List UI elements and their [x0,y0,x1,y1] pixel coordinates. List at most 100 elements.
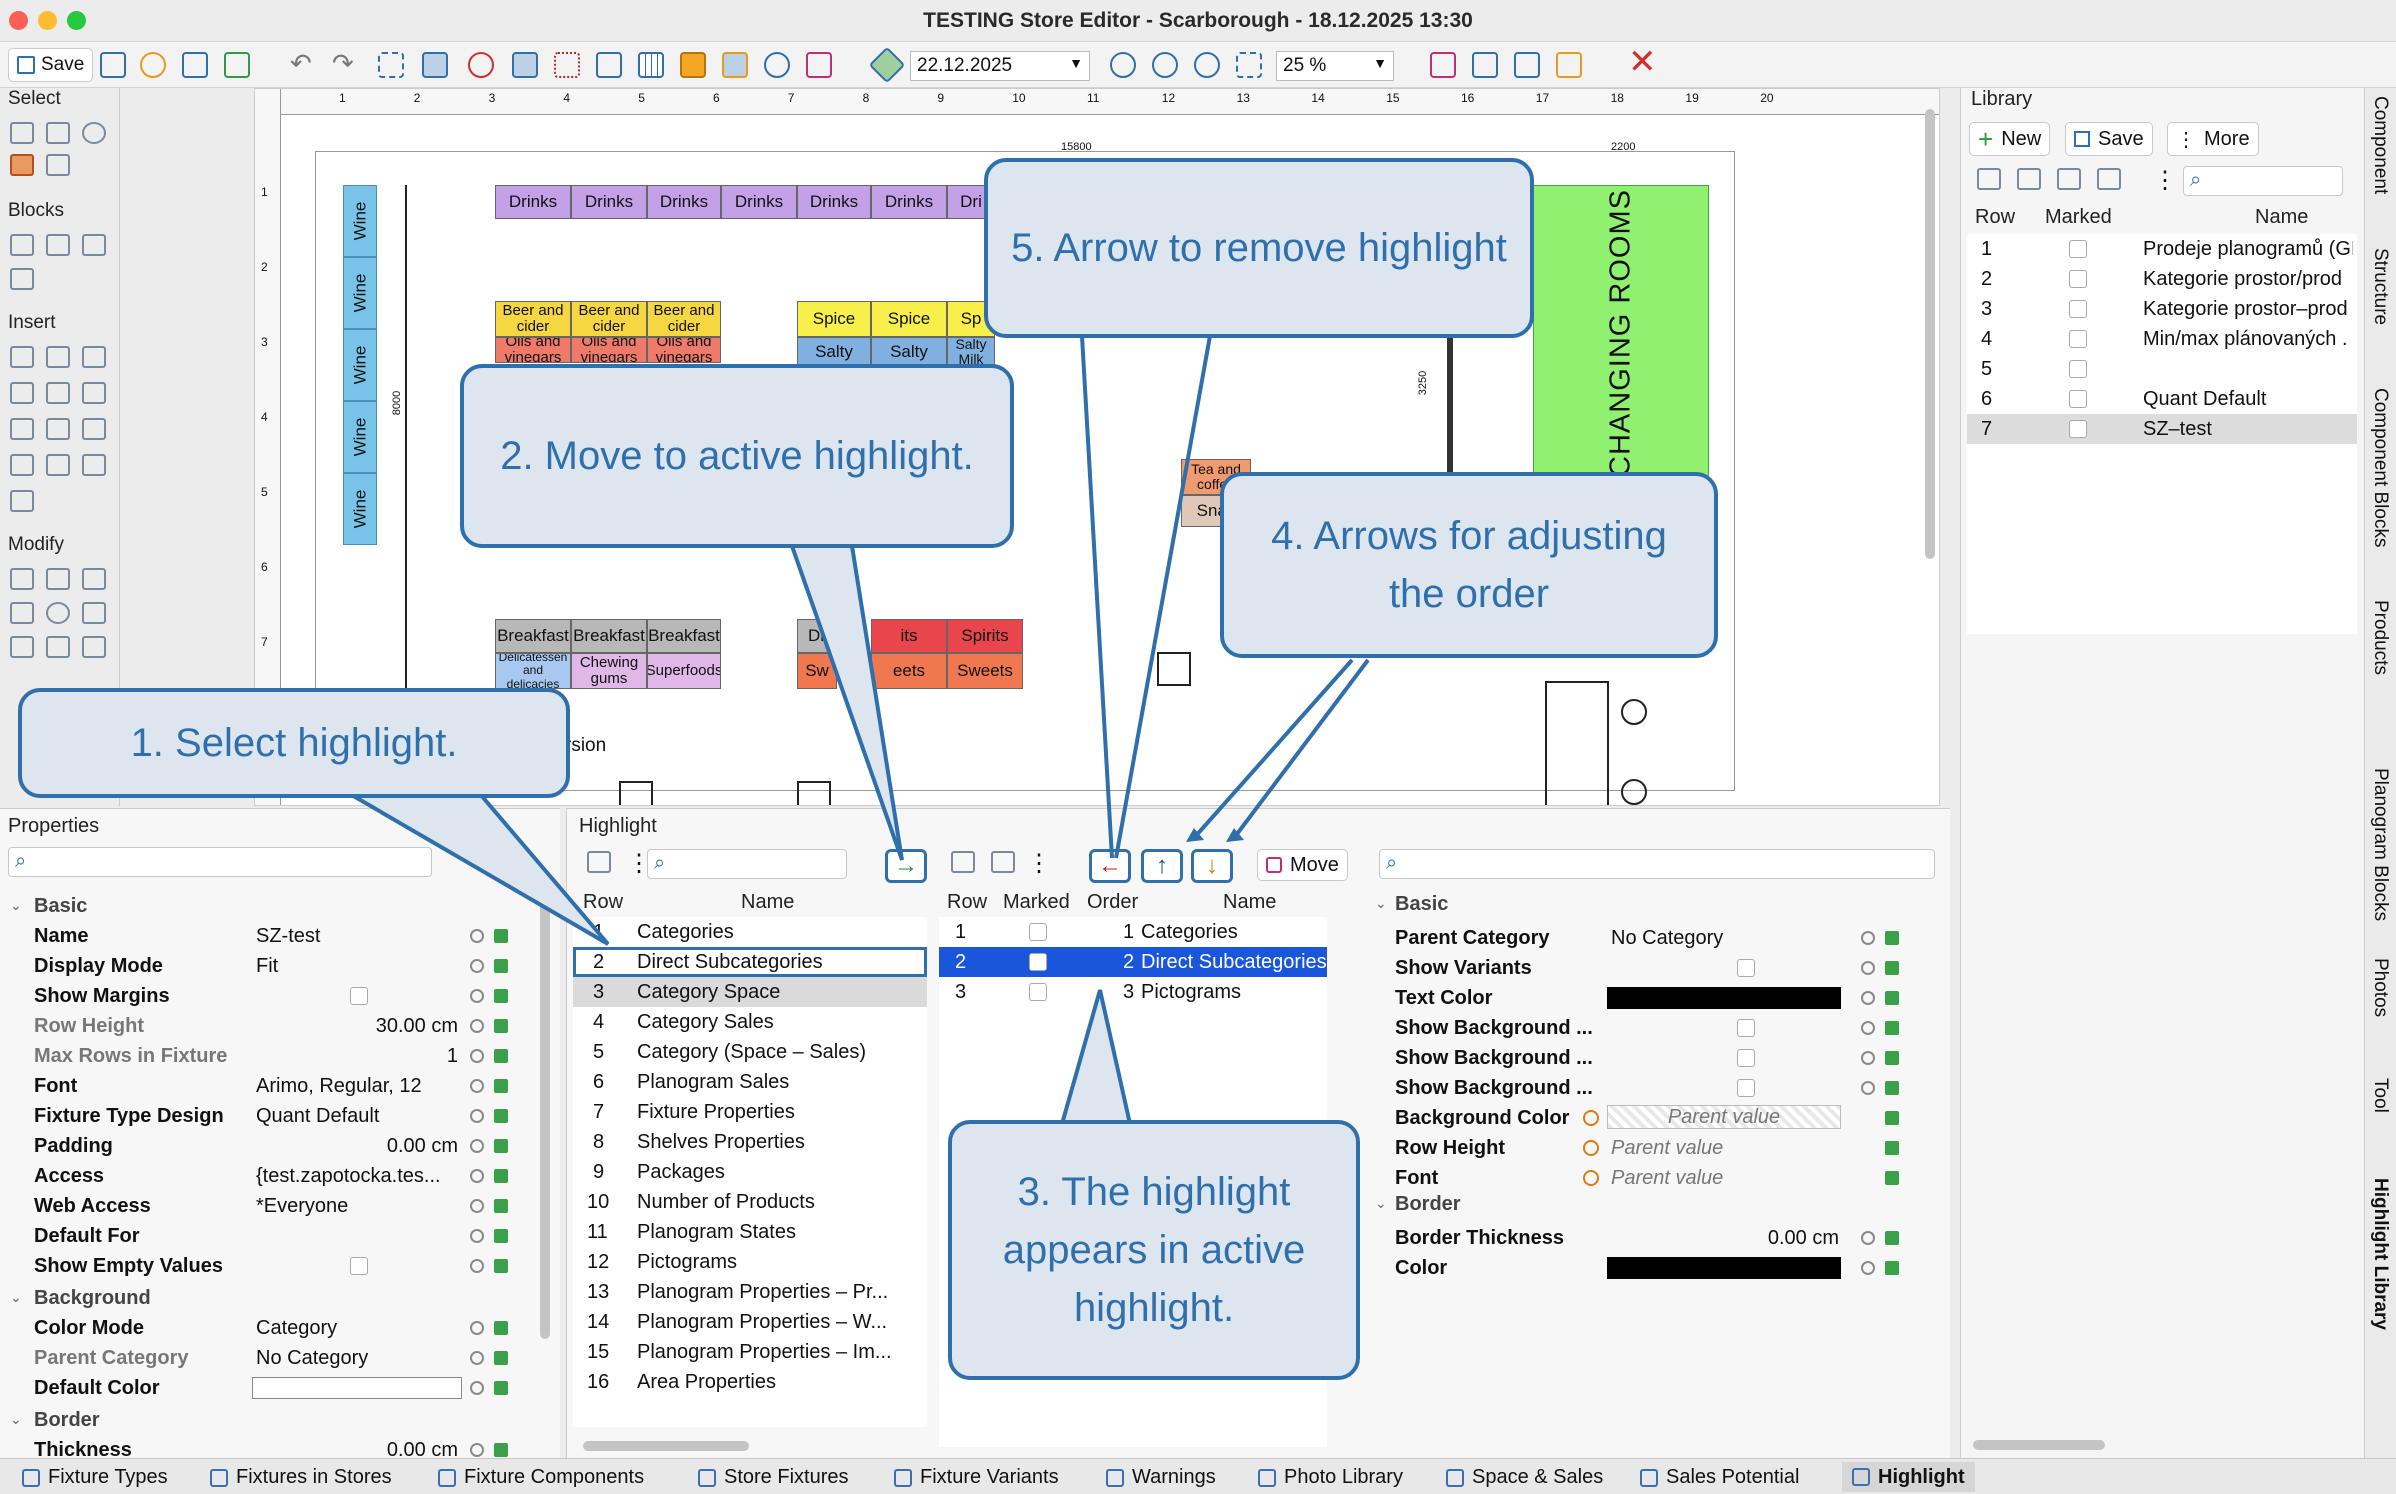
detail-row[interactable]: Show Variants [1373,953,1943,983]
fixture-spirits[interactable]: Spirits [947,619,1023,653]
insert-wall-icon[interactable] [10,382,34,404]
inherit-icon[interactable] [494,959,508,973]
bottom-tab[interactable]: Fixtures in Stores [210,1466,392,1489]
highlight-row[interactable]: 10 Number of Products [573,1187,927,1217]
reset-icon[interactable] [1861,931,1875,945]
fixture-drinks[interactable]: Drinks [571,185,647,219]
insert-svg-icon[interactable] [10,490,34,512]
marked-checkbox[interactable] [1029,923,1047,941]
fixture-sweets[interactable]: Sweets [947,653,1023,689]
dwg-icon[interactable] [1472,52,1498,78]
zoom-extent-icon[interactable] [1236,52,1262,78]
reset-icon[interactable] [470,1321,484,1335]
marked-checkbox[interactable] [2069,330,2087,348]
fixture-salty-milk[interactable]: Salty Milk [947,337,995,367]
layout-icon[interactable] [596,52,622,78]
insert-dwg-icon[interactable] [82,346,106,368]
library-row[interactable]: 6 Quant Default [1967,384,2357,414]
detail-row[interactable]: Text Color [1373,983,1943,1013]
property-checkbox[interactable] [350,987,368,1005]
library-row[interactable]: 2 Kategorie prostor/prod [1967,264,2357,294]
table-icon[interactable] [2097,168,2121,190]
distribute-icon[interactable] [82,636,106,658]
color-swatch[interactable] [1607,987,1841,1009]
inherit-icon[interactable] [494,1109,508,1123]
detail-value[interactable]: No Category [1611,927,1723,950]
multi-select-icon[interactable] [46,122,70,144]
fixture-superfoods[interactable]: Superfoods [647,653,721,689]
property-row[interactable]: Web Access *Everyone [0,1191,540,1221]
reset-icon[interactable] [1861,991,1875,1005]
chevron-down-icon[interactable]: ▼ [1069,55,1083,71]
properties-scrollbar[interactable] [540,899,550,1339]
rotate-icon[interactable] [46,602,70,624]
inherit-icon[interactable] [1885,1261,1899,1275]
properties-search-input[interactable]: ⌕ [8,847,432,877]
property-value[interactable]: 30.00 cm [256,1015,458,1038]
reset-icon[interactable] [470,1229,484,1243]
zoom-in-icon[interactable] [1110,52,1136,78]
detail-row[interactable]: Row Height Parent value [1373,1133,1943,1163]
marked-checkbox[interactable] [2069,360,2087,378]
insert-text-icon[interactable] [82,382,106,404]
block-add-icon[interactable] [10,234,34,256]
property-row[interactable]: Row Height 30.00 cm [0,1011,540,1041]
reset-icon[interactable] [470,1381,484,1395]
detail-group-border[interactable]: Border [1395,1193,1461,1216]
fixture-breakfast[interactable]: Breakfast [495,619,571,653]
table-icon[interactable] [587,851,611,873]
notes-icon[interactable] [100,52,126,78]
reset-icon[interactable] [470,1199,484,1213]
fixture-breakfast[interactable]: Breakfast [647,619,721,653]
highlight-row[interactable]: 2 Direct Subcategories [573,947,927,977]
property-row[interactable]: Font Arimo, Regular, 12 [0,1071,540,1101]
side-tab[interactable]: Component [2369,96,2391,194]
inherit-icon[interactable] [494,1079,508,1093]
scale-icon[interactable] [82,602,106,624]
inherit-icon[interactable] [1885,1171,1899,1185]
detail-checkbox[interactable] [1737,959,1755,977]
detail-checkbox[interactable] [1737,1019,1755,1037]
property-row[interactable]: Show Empty Values [0,1251,540,1281]
fixture-beer-cider[interactable]: Beer and cider [571,301,647,337]
inherit-icon[interactable] [494,929,508,943]
highlight-row[interactable]: 12 Pictograms [573,1247,927,1277]
highlight-row[interactable]: 4 Category Sales [573,1007,927,1037]
bottom-tab[interactable]: Highlight [1842,1462,1975,1492]
color-fill-icon[interactable] [680,52,706,78]
bottom-tab[interactable]: Sales Potential [1640,1466,1799,1489]
floor-element[interactable] [619,781,653,805]
zoom-out-icon[interactable] [1152,52,1178,78]
canvas-scrollbar[interactable] [1925,109,1935,559]
property-value[interactable]: SZ-test [256,925,466,948]
chevron-down-icon[interactable]: ⌄ [1375,1195,1387,1212]
highlight-row[interactable]: 8 Shelves Properties [573,1127,927,1157]
library-row[interactable]: 4 Min/max plánovaných . [1967,324,2357,354]
marked-checkbox[interactable] [2069,420,2087,438]
bottom-tab[interactable]: Fixture Types [22,1466,168,1489]
insert-image-icon[interactable] [82,454,106,476]
undo-icon[interactable]: ↶ [290,48,316,78]
detail-checkbox[interactable] [1737,1079,1755,1097]
inherit-icon[interactable] [494,989,508,1003]
reset-icon[interactable] [470,1259,484,1273]
fixture-dr[interactable]: Dr [797,619,837,653]
modify-pointer-icon[interactable] [46,568,70,590]
check-icon[interactable] [140,52,166,78]
fixture-salty[interactable]: Salty [797,337,871,367]
block-stack-icon[interactable] [46,234,70,256]
move-button[interactable]: Move [1257,849,1348,881]
fixture-oils[interactable]: Oils and vinegars [647,337,721,363]
connector-icon[interactable] [46,154,70,176]
inherit-icon[interactable] [494,1229,508,1243]
inherit-icon[interactable] [1885,1021,1899,1035]
measure-icon[interactable] [468,52,494,78]
detail-row[interactable]: Background Color Parent value [1373,1103,1943,1133]
reset-icon[interactable] [1861,961,1875,975]
close-icon[interactable]: ✕ [1628,42,1657,81]
list-view-icon[interactable] [422,52,448,78]
library-more-icon[interactable]: ⋮ [2153,166,2177,195]
chevron-down-icon[interactable]: ⌄ [10,1289,22,1306]
property-row[interactable]: Default Color [0,1373,540,1403]
reset-icon[interactable] [470,1109,484,1123]
